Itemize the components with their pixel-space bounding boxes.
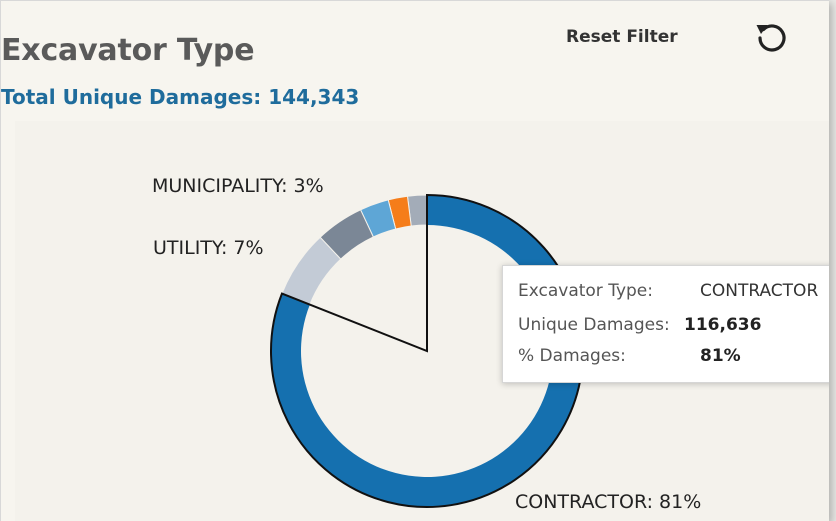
- slice-label-municipality: MUNICIPALITY: 3%: [152, 175, 324, 197]
- tooltip-value: 116,636: [684, 315, 762, 335]
- excavator-donut-chart[interactable]: CONTRACTOR: 81% UTILITY: 7% MUNICIPALITY: …: [1, 1, 829, 521]
- slice-label-utility: UTILITY: 7%: [153, 237, 264, 259]
- tooltip-row-damages: Unique Damages: 116,636: [518, 315, 761, 335]
- tooltip-key: Excavator Type:: [518, 281, 653, 301]
- tooltip-key: Unique Damages:: [518, 315, 670, 335]
- tooltip-key: % Damages:: [518, 346, 626, 366]
- tooltip-row-type: Excavator Type: CONTRACTOR: [518, 281, 818, 301]
- dashboard-panel: Excavator Type Total Unique Damages: 144…: [0, 0, 829, 521]
- chart-tooltip: Excavator Type: CONTRACTOR Unique Damage…: [502, 265, 829, 383]
- tooltip-value: CONTRACTOR: [700, 281, 819, 301]
- slice-label-contractor: CONTRACTOR: 81%: [515, 491, 701, 513]
- tooltip-value: 81%: [700, 346, 741, 366]
- tooltip-row-percent: % Damages: 81%: [518, 346, 741, 366]
